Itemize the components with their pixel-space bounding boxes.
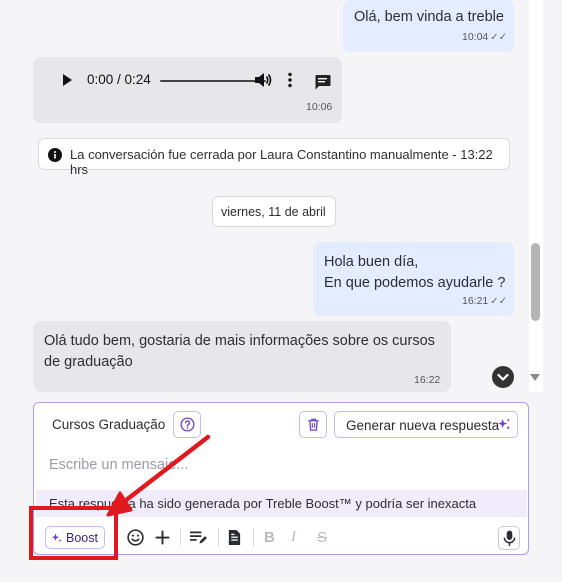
- toolbar-divider: [253, 528, 254, 546]
- microphone-icon: [503, 530, 516, 546]
- plus-icon[interactable]: [155, 530, 170, 545]
- more-vertical-icon[interactable]: [285, 72, 295, 88]
- help-button[interactable]: [173, 411, 201, 438]
- system-message-text: La conversación fue cerrada por Laura Co…: [70, 147, 493, 177]
- generate-new-response-button[interactable]: Generar nueva respuesta: [334, 411, 518, 438]
- tag-chip[interactable]: Cursos Graduação: [42, 411, 166, 438]
- message-incoming-audio: 0:00 / 0:24 10:06: [33, 57, 342, 123]
- tag-label: Cursos Graduação: [52, 417, 166, 432]
- message-text: Olá, bem vinda a treble: [354, 9, 504, 25]
- system-message: La conversación fue cerrada por Laura Co…: [38, 138, 510, 177]
- emoji-icon[interactable]: [127, 529, 144, 546]
- message-outgoing: Hola buen día, En que podemos ayudarle ?…: [313, 242, 514, 316]
- transcript-icon[interactable]: [314, 74, 331, 90]
- trash-icon: [308, 418, 319, 431]
- read-checkmarks-icon: ✓✓: [490, 296, 508, 307]
- date-separator: viernes, 11 de abril: [212, 196, 336, 227]
- message-line: Hola buen día,: [324, 254, 419, 270]
- message-input[interactable]: Escribe un mensaje...: [49, 457, 188, 473]
- message-time: 16:22: [414, 374, 441, 386]
- message-incoming: Olá tudo bem, gostaria de mais informaçõ…: [33, 321, 451, 392]
- bold-icon[interactable]: B: [264, 529, 275, 546]
- message-time: 16:21: [462, 295, 489, 307]
- help-icon: [180, 417, 195, 432]
- volume-icon[interactable]: [254, 72, 272, 88]
- italic-icon[interactable]: I: [291, 529, 296, 546]
- info-icon: [48, 148, 62, 162]
- voice-record-button[interactable]: [498, 526, 520, 550]
- strikethrough-icon[interactable]: S: [317, 529, 327, 546]
- message-line: En que podemos ayudarle ?: [324, 275, 506, 291]
- generate-label: Generar nueva respuesta: [346, 418, 500, 433]
- scroll-down-arrow[interactable]: [530, 374, 540, 381]
- document-icon[interactable]: [227, 529, 242, 546]
- message-line: Olá tudo bem, gostaria de mais informaçõ…: [44, 333, 435, 349]
- message-time: 10:04: [462, 31, 489, 43]
- play-icon[interactable]: [63, 74, 72, 86]
- audio-player[interactable]: 0:00 / 0:24: [33, 57, 342, 103]
- sparkle-icon: [497, 418, 511, 430]
- audio-time: 0:00 / 0:24: [87, 72, 151, 87]
- scrollbar-thumb[interactable]: [531, 243, 540, 321]
- chevron-down-icon: [497, 373, 509, 381]
- annotation-highlight-box: [29, 506, 118, 560]
- scroll-to-bottom-button[interactable]: [492, 366, 514, 388]
- message-time: 10:06: [306, 101, 333, 113]
- audio-progress-bar[interactable]: [160, 80, 266, 82]
- read-checkmarks-icon: ✓✓: [490, 32, 508, 43]
- message-line: de graduação: [44, 354, 133, 370]
- date-text: viernes, 11 de abril: [221, 205, 326, 219]
- message-outgoing: Olá, bem vinda a treble 10:04 ✓✓: [343, 0, 514, 52]
- text-edit-icon[interactable]: [189, 530, 208, 545]
- toolbar-divider: [180, 528, 181, 546]
- discard-response-button[interactable]: [299, 411, 327, 438]
- scrollbar-track[interactable]: [529, 0, 543, 392]
- toolbar-divider: [218, 528, 219, 546]
